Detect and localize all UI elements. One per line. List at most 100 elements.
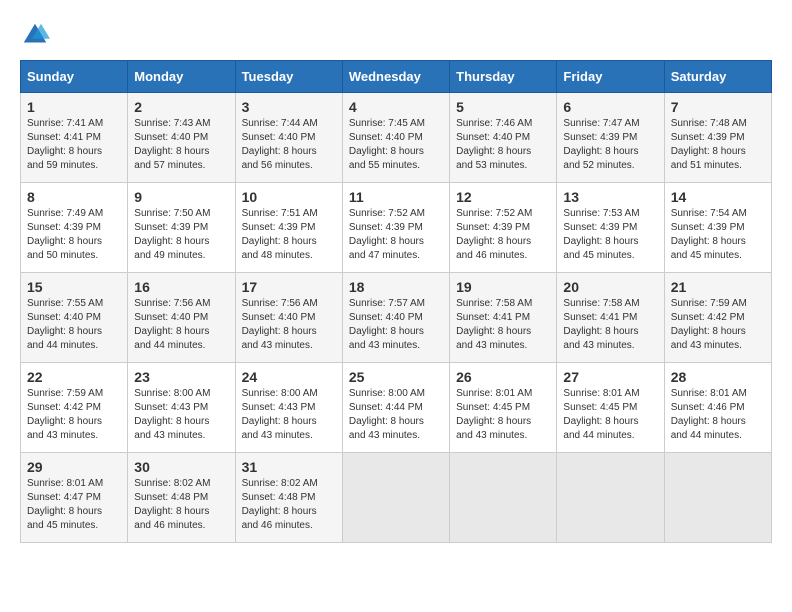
day-number: 21: [671, 279, 765, 295]
day-info: Sunrise: 7:56 AMSunset: 4:40 PMDaylight:…: [242, 297, 336, 353]
calendar-cell: 12 Sunrise: 7:52 AMSunset: 4:39 PMDaylig…: [450, 183, 557, 273]
calendar-cell: 31 Sunrise: 8:02 AMSunset: 4:48 PMDaylig…: [235, 453, 342, 543]
day-info: Sunrise: 7:53 AMSunset: 4:39 PMDaylight:…: [563, 207, 657, 263]
calendar-cell: 28 Sunrise: 8:01 AMSunset: 4:46 PMDaylig…: [664, 363, 771, 453]
day-number: 18: [349, 279, 443, 295]
day-info: Sunrise: 8:02 AMSunset: 4:48 PMDaylight:…: [134, 477, 228, 533]
day-info: Sunrise: 7:58 AMSunset: 4:41 PMDaylight:…: [563, 297, 657, 353]
day-info: Sunrise: 7:57 AMSunset: 4:40 PMDaylight:…: [349, 297, 443, 353]
day-info: Sunrise: 8:02 AMSunset: 4:48 PMDaylight:…: [242, 477, 336, 533]
calendar-cell: 4 Sunrise: 7:45 AMSunset: 4:40 PMDayligh…: [342, 93, 449, 183]
logo-icon: [20, 20, 50, 50]
calendar-cell: 24 Sunrise: 8:00 AMSunset: 4:43 PMDaylig…: [235, 363, 342, 453]
calendar-cell: 11 Sunrise: 7:52 AMSunset: 4:39 PMDaylig…: [342, 183, 449, 273]
day-header-friday: Friday: [557, 61, 664, 93]
day-number: 31: [242, 459, 336, 475]
day-info: Sunrise: 7:55 AMSunset: 4:40 PMDaylight:…: [27, 297, 121, 353]
calendar-cell: 6 Sunrise: 7:47 AMSunset: 4:39 PMDayligh…: [557, 93, 664, 183]
day-number: 6: [563, 99, 657, 115]
day-header-sunday: Sunday: [21, 61, 128, 93]
calendar-cell: 26 Sunrise: 8:01 AMSunset: 4:45 PMDaylig…: [450, 363, 557, 453]
week-row-3: 15 Sunrise: 7:55 AMSunset: 4:40 PMDaylig…: [21, 273, 772, 363]
calendar-cell: 18 Sunrise: 7:57 AMSunset: 4:40 PMDaylig…: [342, 273, 449, 363]
calendar-cell: 7 Sunrise: 7:48 AMSunset: 4:39 PMDayligh…: [664, 93, 771, 183]
day-number: 10: [242, 189, 336, 205]
calendar-cell: 22 Sunrise: 7:59 AMSunset: 4:42 PMDaylig…: [21, 363, 128, 453]
calendar-cell: 13 Sunrise: 7:53 AMSunset: 4:39 PMDaylig…: [557, 183, 664, 273]
day-info: Sunrise: 7:43 AMSunset: 4:40 PMDaylight:…: [134, 117, 228, 173]
day-number: 29: [27, 459, 121, 475]
calendar-cell: 1 Sunrise: 7:41 AMSunset: 4:41 PMDayligh…: [21, 93, 128, 183]
calendar-cell: 20 Sunrise: 7:58 AMSunset: 4:41 PMDaylig…: [557, 273, 664, 363]
calendar-cell: [664, 453, 771, 543]
calendar-cell: 27 Sunrise: 8:01 AMSunset: 4:45 PMDaylig…: [557, 363, 664, 453]
day-number: 8: [27, 189, 121, 205]
days-header-row: SundayMondayTuesdayWednesdayThursdayFrid…: [21, 61, 772, 93]
day-info: Sunrise: 7:44 AMSunset: 4:40 PMDaylight:…: [242, 117, 336, 173]
calendar-cell: 19 Sunrise: 7:58 AMSunset: 4:41 PMDaylig…: [450, 273, 557, 363]
day-header-thursday: Thursday: [450, 61, 557, 93]
day-number: 19: [456, 279, 550, 295]
day-header-saturday: Saturday: [664, 61, 771, 93]
day-info: Sunrise: 7:48 AMSunset: 4:39 PMDaylight:…: [671, 117, 765, 173]
day-info: Sunrise: 7:50 AMSunset: 4:39 PMDaylight:…: [134, 207, 228, 263]
calendar-cell: 15 Sunrise: 7:55 AMSunset: 4:40 PMDaylig…: [21, 273, 128, 363]
day-info: Sunrise: 7:41 AMSunset: 4:41 PMDaylight:…: [27, 117, 121, 173]
day-header-wednesday: Wednesday: [342, 61, 449, 93]
calendar-cell: 3 Sunrise: 7:44 AMSunset: 4:40 PMDayligh…: [235, 93, 342, 183]
calendar-cell: [342, 453, 449, 543]
day-info: Sunrise: 7:49 AMSunset: 4:39 PMDaylight:…: [27, 207, 121, 263]
day-info: Sunrise: 7:51 AMSunset: 4:39 PMDaylight:…: [242, 207, 336, 263]
day-info: Sunrise: 8:01 AMSunset: 4:47 PMDaylight:…: [27, 477, 121, 533]
day-info: Sunrise: 8:01 AMSunset: 4:45 PMDaylight:…: [456, 387, 550, 443]
day-number: 24: [242, 369, 336, 385]
day-info: Sunrise: 7:52 AMSunset: 4:39 PMDaylight:…: [456, 207, 550, 263]
day-number: 15: [27, 279, 121, 295]
calendar-cell: 8 Sunrise: 7:49 AMSunset: 4:39 PMDayligh…: [21, 183, 128, 273]
day-number: 16: [134, 279, 228, 295]
week-row-2: 8 Sunrise: 7:49 AMSunset: 4:39 PMDayligh…: [21, 183, 772, 273]
day-number: 11: [349, 189, 443, 205]
week-row-1: 1 Sunrise: 7:41 AMSunset: 4:41 PMDayligh…: [21, 93, 772, 183]
day-number: 22: [27, 369, 121, 385]
day-number: 28: [671, 369, 765, 385]
logo: [20, 20, 54, 50]
day-number: 4: [349, 99, 443, 115]
day-number: 17: [242, 279, 336, 295]
week-row-4: 22 Sunrise: 7:59 AMSunset: 4:42 PMDaylig…: [21, 363, 772, 453]
week-row-5: 29 Sunrise: 8:01 AMSunset: 4:47 PMDaylig…: [21, 453, 772, 543]
day-number: 9: [134, 189, 228, 205]
day-info: Sunrise: 7:46 AMSunset: 4:40 PMDaylight:…: [456, 117, 550, 173]
day-number: 5: [456, 99, 550, 115]
day-info: Sunrise: 7:52 AMSunset: 4:39 PMDaylight:…: [349, 207, 443, 263]
day-number: 30: [134, 459, 228, 475]
calendar-cell: 14 Sunrise: 7:54 AMSunset: 4:39 PMDaylig…: [664, 183, 771, 273]
day-header-tuesday: Tuesday: [235, 61, 342, 93]
day-info: Sunrise: 8:00 AMSunset: 4:44 PMDaylight:…: [349, 387, 443, 443]
day-info: Sunrise: 7:59 AMSunset: 4:42 PMDaylight:…: [27, 387, 121, 443]
calendar-cell: 5 Sunrise: 7:46 AMSunset: 4:40 PMDayligh…: [450, 93, 557, 183]
calendar-cell: 29 Sunrise: 8:01 AMSunset: 4:47 PMDaylig…: [21, 453, 128, 543]
day-number: 20: [563, 279, 657, 295]
day-info: Sunrise: 7:58 AMSunset: 4:41 PMDaylight:…: [456, 297, 550, 353]
day-number: 25: [349, 369, 443, 385]
calendar-cell: [450, 453, 557, 543]
day-number: 1: [27, 99, 121, 115]
day-number: 2: [134, 99, 228, 115]
day-info: Sunrise: 7:59 AMSunset: 4:42 PMDaylight:…: [671, 297, 765, 353]
calendar-cell: 23 Sunrise: 8:00 AMSunset: 4:43 PMDaylig…: [128, 363, 235, 453]
calendar-table: SundayMondayTuesdayWednesdayThursdayFrid…: [20, 60, 772, 543]
day-info: Sunrise: 8:00 AMSunset: 4:43 PMDaylight:…: [134, 387, 228, 443]
header: [20, 20, 772, 50]
day-number: 12: [456, 189, 550, 205]
calendar-cell: 30 Sunrise: 8:02 AMSunset: 4:48 PMDaylig…: [128, 453, 235, 543]
calendar-cell: 25 Sunrise: 8:00 AMSunset: 4:44 PMDaylig…: [342, 363, 449, 453]
day-number: 14: [671, 189, 765, 205]
calendar-cell: [557, 453, 664, 543]
day-header-monday: Monday: [128, 61, 235, 93]
day-number: 23: [134, 369, 228, 385]
day-info: Sunrise: 7:56 AMSunset: 4:40 PMDaylight:…: [134, 297, 228, 353]
day-info: Sunrise: 8:01 AMSunset: 4:46 PMDaylight:…: [671, 387, 765, 443]
day-info: Sunrise: 7:54 AMSunset: 4:39 PMDaylight:…: [671, 207, 765, 263]
calendar-cell: 16 Sunrise: 7:56 AMSunset: 4:40 PMDaylig…: [128, 273, 235, 363]
